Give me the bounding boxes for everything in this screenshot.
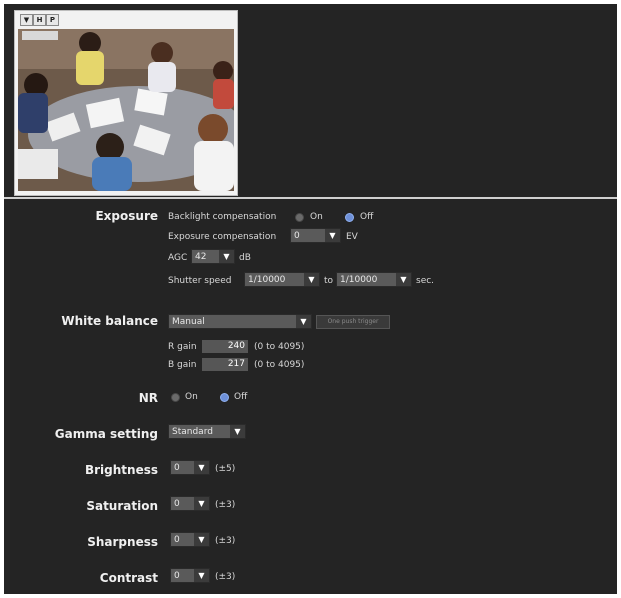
nr-on-radio[interactable] <box>171 393 180 402</box>
overlay-toolbar <box>22 31 58 40</box>
chevron-down-icon: ▼ <box>296 315 311 328</box>
b-gain-range: (0 to 4095) <box>254 360 305 370</box>
agc-value: 42 <box>195 252 207 262</box>
nr-on-label: On <box>185 392 198 402</box>
r-gain-input[interactable]: 240 <box>202 340 248 353</box>
b-gain-input[interactable]: 217 <box>202 358 248 371</box>
chevron-down-icon: ▼ <box>219 250 234 263</box>
chevron-down-icon: ▼ <box>194 569 209 582</box>
sharpness-value: 0 <box>174 535 180 545</box>
nr-off-radio[interactable] <box>220 393 229 402</box>
brightness-range: (±5) <box>215 464 236 474</box>
shutter-speed-max-value: 1/10000 <box>340 275 378 285</box>
white-balance-value: Manual <box>172 317 205 327</box>
camera-preview: ▼ H P <box>14 10 238 196</box>
preview-menu-button[interactable]: ▼ <box>20 14 33 26</box>
backlight-on-radio[interactable] <box>295 213 304 222</box>
chevron-down-icon: ▼ <box>194 497 209 510</box>
saturation-label: Saturation <box>86 499 158 513</box>
chevron-down-icon: ▼ <box>396 273 411 286</box>
camera-image[interactable] <box>18 29 234 191</box>
brightness-value: 0 <box>174 463 180 473</box>
backlight-off-radio[interactable] <box>345 213 354 222</box>
sharpness-range: (±3) <box>215 536 236 546</box>
agc-select[interactable]: 42 ▼ <box>191 249 235 264</box>
white-balance-select[interactable]: Manual ▼ <box>168 314 312 329</box>
brightness-select[interactable]: 0 ▼ <box>170 460 210 475</box>
backlight-compensation-label: Backlight compensation <box>168 212 277 222</box>
to-label: to <box>324 276 334 286</box>
settings-panel: ▼ H P Exposure Backlight compensation On… <box>4 4 617 594</box>
saturation-range: (±3) <box>215 500 236 510</box>
sec-unit: sec. <box>416 276 435 286</box>
nr-label: NR <box>138 391 158 405</box>
exposure-label: Exposure <box>95 209 158 223</box>
contrast-label: Contrast <box>99 571 158 585</box>
white-balance-label: White balance <box>61 314 158 328</box>
backlight-on-label: On <box>310 212 323 222</box>
sharpness-select[interactable]: 0 ▼ <box>170 532 210 547</box>
nr-off-label: Off <box>234 392 248 402</box>
sharpness-label: Sharpness <box>87 535 158 549</box>
gamma-setting-label: Gamma setting <box>54 427 158 441</box>
one-push-trigger-button[interactable]: One push trigger <box>316 315 390 329</box>
ev-unit: EV <box>346 232 358 242</box>
gamma-setting-select[interactable]: Standard ▼ <box>168 424 246 439</box>
exposure-compensation-value: 0 <box>294 231 300 241</box>
gamma-setting-value: Standard <box>172 427 213 437</box>
divider <box>4 197 617 199</box>
shutter-speed-label: Shutter speed <box>168 276 232 286</box>
agc-label: AGC <box>168 253 188 263</box>
contrast-value: 0 <box>174 571 180 581</box>
preview-p-button[interactable]: P <box>46 14 59 26</box>
chevron-down-icon: ▼ <box>325 229 340 242</box>
brightness-label: Brightness <box>84 463 158 477</box>
chevron-down-icon: ▼ <box>304 273 319 286</box>
contrast-select[interactable]: 0 ▼ <box>170 568 210 583</box>
backlight-off-label: Off <box>360 212 374 222</box>
shutter-speed-max-select[interactable]: 1/10000 ▼ <box>336 272 412 287</box>
shutter-speed-min-value: 1/10000 <box>248 275 286 285</box>
exposure-compensation-select[interactable]: 0 ▼ <box>290 228 341 243</box>
saturation-select[interactable]: 0 ▼ <box>170 496 210 511</box>
saturation-value: 0 <box>174 499 180 509</box>
b-gain-label: B gain <box>168 360 197 370</box>
chevron-down-icon: ▼ <box>194 461 209 474</box>
preview-h-button[interactable]: H <box>33 14 46 26</box>
exposure-compensation-label: Exposure compensation <box>168 232 277 242</box>
r-gain-range: (0 to 4095) <box>254 342 305 352</box>
contrast-range: (±3) <box>215 572 236 582</box>
chevron-down-icon: ▼ <box>230 425 245 438</box>
r-gain-label: R gain <box>168 342 197 352</box>
shutter-speed-min-select[interactable]: 1/10000 ▼ <box>244 272 320 287</box>
chevron-down-icon: ▼ <box>194 533 209 546</box>
db-unit: dB <box>239 253 251 263</box>
